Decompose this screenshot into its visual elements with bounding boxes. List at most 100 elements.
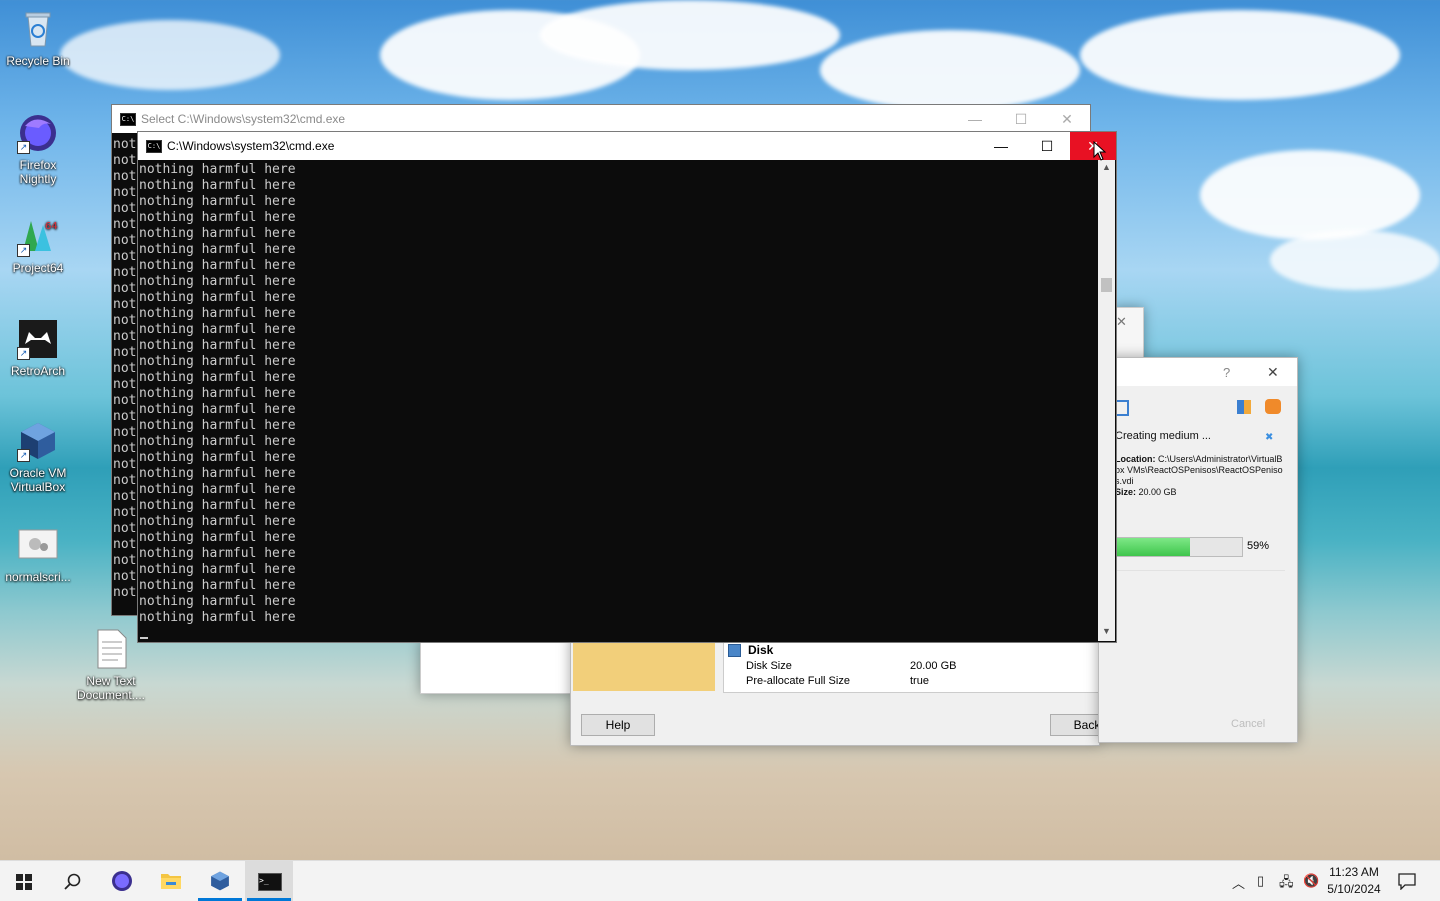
- start-button[interactable]: [0, 861, 48, 901]
- terminal-line: nothing harmful here: [139, 514, 296, 529]
- notification-icon[interactable]: [1398, 873, 1416, 890]
- desktop-icon-project64[interactable]: 64 ↗ Project64: [0, 215, 76, 275]
- terminal-line-fragment: not: [113, 473, 137, 488]
- size-label: Size:: [1115, 487, 1137, 497]
- clock-date: 5/10/2024: [1327, 882, 1381, 896]
- terminal-line-fragment: not: [113, 569, 137, 584]
- terminal-line-fragment: not: [113, 409, 137, 424]
- wizard-image: [573, 641, 715, 691]
- terminal-line-fragment: not: [113, 377, 137, 392]
- progress-titlebar: ? ✕: [1099, 358, 1297, 386]
- cmd-front-titlebar[interactable]: C:\ C:\Windows\system32\cmd.exe — ☐ ✕: [138, 132, 1116, 160]
- desktop-icon-label: RetroArch: [10, 364, 66, 378]
- cmd-window-front[interactable]: C:\ C:\Windows\system32\cmd.exe — ☐ ✕ no…: [137, 131, 1117, 643]
- terminal-line: nothing harmful here: [139, 210, 296, 225]
- help-button[interactable]: Help: [581, 714, 655, 736]
- close-icon[interactable]: ✕: [1267, 364, 1279, 381]
- terminal-line-fragment: not: [113, 537, 137, 552]
- search-icon: [64, 873, 81, 890]
- taskbar-command-prompt[interactable]: >_: [245, 861, 293, 901]
- desktop-icon-label: Project64: [12, 261, 64, 275]
- network-icon[interactable]: 🖧: [1279, 873, 1294, 895]
- volume-muted-icon[interactable]: 🔇: [1303, 873, 1319, 889]
- cmd-app-icon: C:\: [120, 113, 136, 126]
- progress-list-area: [1113, 570, 1285, 691]
- preallocate-value: true: [910, 675, 929, 687]
- minimize-button[interactable]: —: [952, 105, 998, 133]
- maximize-button[interactable]: ☐: [1024, 132, 1070, 160]
- battery-icon[interactable]: ▯: [1257, 873, 1264, 889]
- terminal-line: nothing harmful here: [139, 242, 296, 257]
- terminal-line-fragment: not: [113, 201, 137, 216]
- desktop-icon-label: New Text Document....: [76, 674, 146, 702]
- firefox-nightly-icon: [112, 871, 132, 891]
- taskbar-virtualbox[interactable]: [196, 861, 244, 901]
- terminal-line: nothing harmful here: [139, 162, 296, 177]
- shortcut-arrow-icon: ↗: [17, 347, 30, 360]
- cmd-back-titlebar[interactable]: C:\ Select C:\Windows\system32\cmd.exe —…: [112, 105, 1090, 133]
- clock-time: 11:23 AM: [1329, 865, 1379, 879]
- task-panel: Creating medium ... ✖ Location: C:\Users…: [1115, 430, 1285, 498]
- terminal-line-fragment: not: [113, 153, 137, 168]
- desktop-icon-firefox-nightly[interactable]: ↗ Firefox Nightly: [0, 112, 76, 186]
- desktop-icon-recycle-bin[interactable]: Recycle Bin: [0, 8, 76, 68]
- media-icon: [1237, 400, 1251, 414]
- terminal-line: nothing harmful here: [139, 322, 296, 337]
- help-glyph[interactable]: ?: [1223, 365, 1230, 380]
- clock[interactable]: 11:23 AM 5/10/2024: [1322, 864, 1386, 898]
- terminal-line: nothing harmful here: [139, 226, 296, 241]
- recycle-bin-icon: [17, 8, 59, 50]
- close-icon[interactable]: ✕: [1116, 314, 1127, 330]
- terminal-line: nothing harmful here: [139, 594, 296, 609]
- cmd-app-icon: C:\: [146, 140, 162, 153]
- terminal-line: nothing harmful here: [139, 482, 296, 497]
- cmd-front-title: C:\Windows\system32\cmd.exe: [167, 139, 335, 153]
- progress-toolbar: [1099, 390, 1297, 420]
- terminal-line-fragment: not: [113, 425, 137, 440]
- terminal-line-fragment: not: [113, 265, 137, 280]
- taskbar-file-explorer[interactable]: [147, 861, 195, 901]
- scroll-thumb[interactable]: [1101, 278, 1112, 292]
- terminal-line-fragment: not: [113, 249, 137, 264]
- terminal-line: nothing harmful here: [139, 450, 296, 465]
- terminal-line: nothing harmful here: [139, 610, 296, 625]
- search-button[interactable]: [48, 861, 96, 901]
- scroll-up-icon[interactable]: ▲: [1102, 162, 1111, 172]
- terminal-line-fragment: not: [113, 217, 137, 232]
- terminal-line: nothing harmful here: [139, 386, 296, 401]
- minimize-button[interactable]: —: [978, 132, 1024, 160]
- cmd-back-output[interactable]: not not not not not not not not not not not not not n…: [113, 137, 136, 601]
- chevron-up-icon[interactable]: ︿: [1232, 873, 1245, 892]
- taskbar-firefox-nightly[interactable]: [98, 861, 146, 901]
- desktop-icon-retroarch[interactable]: ↗ RetroArch: [0, 318, 76, 378]
- terminal-line-fragment: not: [113, 489, 137, 504]
- text-cursor: [140, 637, 148, 639]
- desktop-icon-virtualbox[interactable]: ↗ Oracle VM VirtualBox: [0, 420, 76, 494]
- terminal-line-fragment: not: [113, 313, 137, 328]
- cmd-front-output[interactable]: nothing harmful here nothing harmful here…: [139, 162, 296, 626]
- terminal-line: nothing harmful here: [139, 418, 296, 433]
- scroll-down-icon[interactable]: ▼: [1102, 626, 1111, 636]
- taskbar: >_ ︿ ▯ 🖧 🔇 11:23 AM 5/10/2024: [0, 860, 1440, 901]
- terminal-line-fragment: not: [113, 361, 137, 376]
- task-title: Creating medium ...: [1115, 430, 1211, 442]
- terminal-line: nothing harmful here: [139, 466, 296, 481]
- cancel-button[interactable]: Cancel: [1231, 718, 1265, 730]
- cancel-task-icon[interactable]: ✖: [1265, 432, 1273, 443]
- retroarch-icon: ↗: [17, 318, 59, 360]
- virtualbox-icon: [211, 871, 229, 891]
- preallocate-label: Pre-allocate Full Size: [746, 675, 850, 687]
- desktop-icon-normalscript[interactable]: normalscri...: [0, 524, 76, 584]
- terminal-line-fragment: not: [113, 185, 137, 200]
- cmd-scrollbar[interactable]: ▲ ▼: [1098, 160, 1115, 641]
- disk-section-icon: [728, 644, 741, 657]
- progress-bar: [1115, 537, 1243, 557]
- close-button[interactable]: ✕: [1044, 105, 1090, 133]
- project64-icon: 64 ↗: [17, 215, 59, 257]
- terminal-line-fragment: not: [113, 345, 137, 360]
- terminal-line-fragment: not: [113, 521, 137, 536]
- cmd-taskbar-icon: >_: [258, 873, 282, 891]
- svg-text:64: 64: [45, 221, 58, 232]
- maximize-button[interactable]: ☐: [998, 105, 1044, 133]
- terminal-line-fragment: not: [113, 233, 137, 248]
